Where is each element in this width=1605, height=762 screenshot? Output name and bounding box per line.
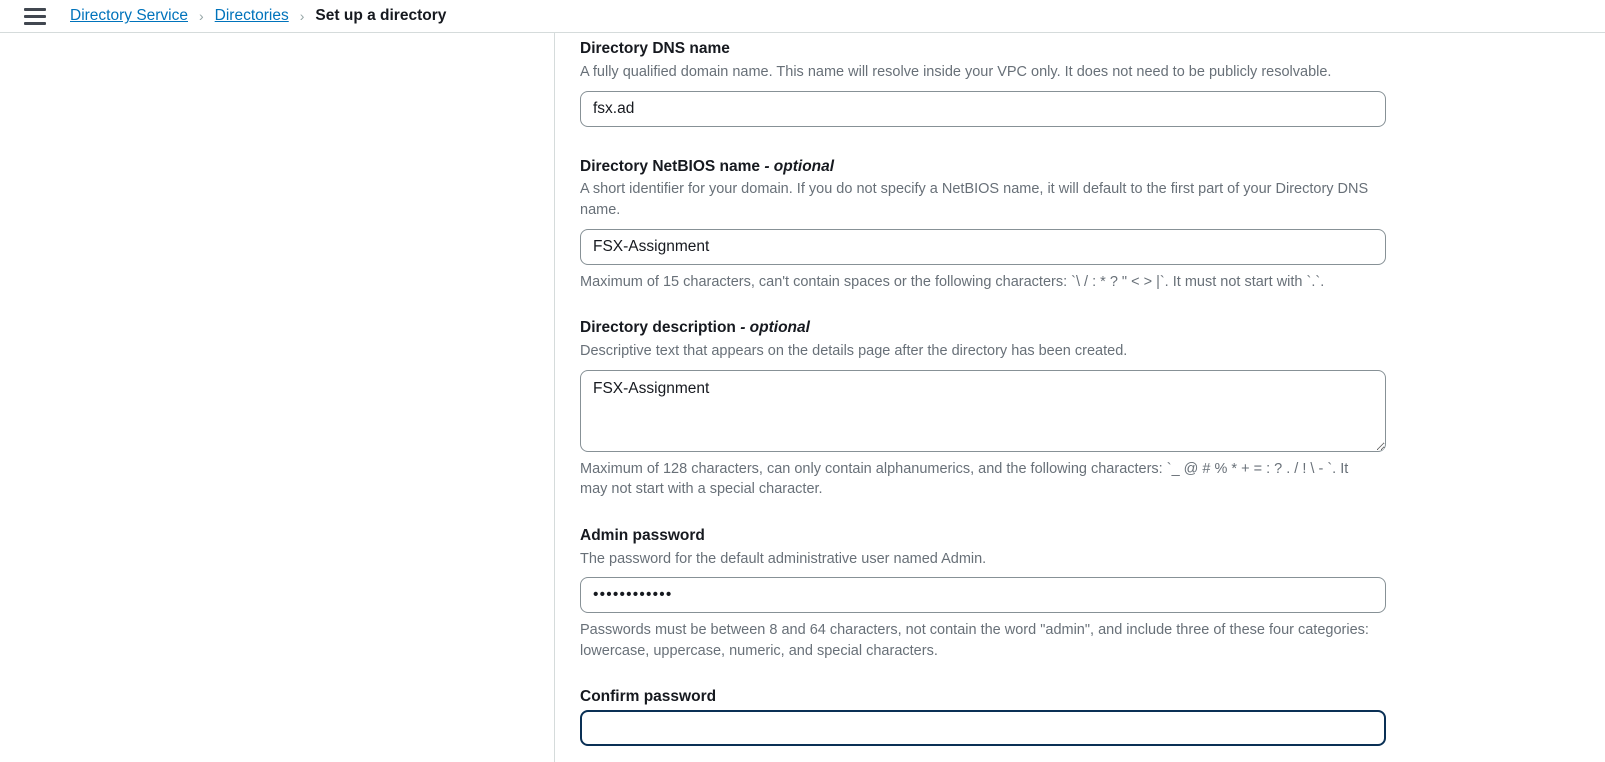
dns-name-description: A fully qualified domain name. This name…: [580, 63, 1332, 80]
netbios-name-label: Directory NetBIOS name - optional: [580, 157, 1386, 178]
field-directory-netbios-name: Directory NetBIOS name - optional A shor…: [580, 157, 1386, 293]
description-optional-tag: - optional: [740, 319, 810, 337]
dns-name-input[interactable]: [580, 90, 1386, 127]
dns-name-label: Directory DNS name: [580, 40, 730, 57]
breadcrumb-item-current: Set up a directory: [315, 7, 447, 25]
description-textarea[interactable]: FSX-Assignment: [580, 369, 1386, 452]
confirm-password-label: Confirm password: [580, 688, 717, 706]
netbios-name-constraint-text: Maximum of 15 characters, can't contain …: [580, 273, 1325, 290]
breadcrumb-separator-icon: ›: [199, 8, 204, 24]
netbios-name-optional-tag: - optional: [764, 157, 835, 175]
page-body: Directory DNS name A fully qualified dom…: [0, 32, 1605, 762]
netbios-name-input[interactable]: [580, 228, 1386, 265]
admin-password-label: Admin password: [580, 526, 705, 544]
main-content-column: Directory DNS name A fully qualified dom…: [555, 33, 1605, 762]
description-constraint-text: Maximum of 128 characters, can only cont…: [580, 460, 1349, 498]
setup-directory-form: Directory DNS name A fully qualified dom…: [580, 39, 1386, 747]
admin-password-constraint-text: Passwords must be between 8 and 64 chara…: [580, 622, 1369, 659]
description-description: Descriptive text that appears on the det…: [580, 343, 1128, 360]
top-navigation-bar: Directory Service › Directories › Set up…: [0, 0, 1605, 32]
netbios-name-description: A short identifier for your domain. If y…: [580, 181, 1369, 218]
hamburger-menu-icon[interactable]: [24, 7, 46, 25]
field-directory-description: Directory description - optional Descrip…: [580, 318, 1386, 500]
field-admin-password: Admin password The password for the defa…: [580, 526, 1386, 662]
description-label: Directory description - optional: [580, 318, 1386, 339]
left-side-panel: [0, 33, 555, 762]
hamburger-bar-2: [24, 14, 46, 18]
admin-password-description: The password for the default administrat…: [580, 550, 987, 567]
breadcrumb-item-directories[interactable]: Directories: [215, 8, 289, 24]
description-label-text: Directory description: [580, 319, 736, 337]
breadcrumb: Directory Service › Directories › Set up…: [70, 8, 446, 24]
admin-password-input[interactable]: ••••••••••••: [580, 577, 1386, 614]
breadcrumb-item-directory-service[interactable]: Directory Service: [70, 8, 188, 24]
netbios-name-label-text: Directory NetBIOS name: [580, 157, 761, 175]
hamburger-bar-1: [24, 7, 46, 11]
confirm-password-input[interactable]: [580, 710, 1386, 747]
field-confirm-password: Confirm password: [580, 687, 1386, 747]
breadcrumb-separator-icon-2: ›: [299, 8, 305, 24]
hamburger-bar-3: [24, 21, 46, 25]
field-directory-dns-name: Directory DNS name A fully qualified dom…: [580, 39, 1386, 127]
